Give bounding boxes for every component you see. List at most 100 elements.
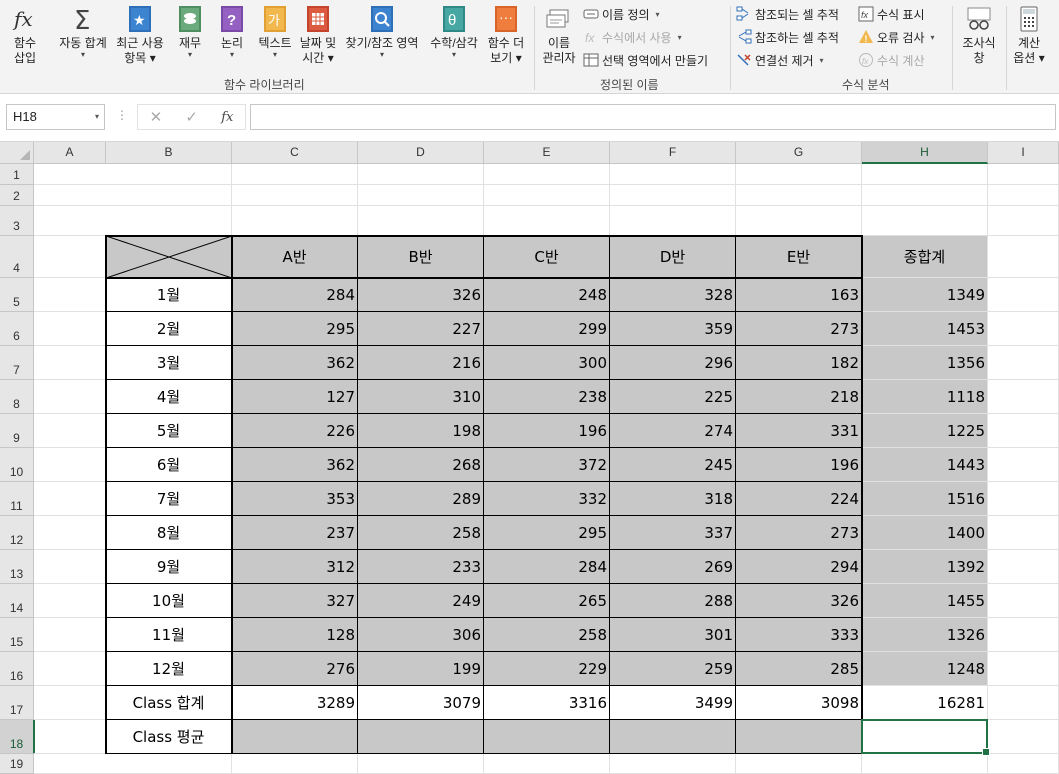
row-header-18[interactable]: 18 bbox=[0, 720, 35, 754]
data-cell[interactable]: 299 bbox=[484, 312, 609, 345]
data-cell[interactable]: 238 bbox=[484, 380, 609, 413]
data-cell[interactable]: 196 bbox=[484, 414, 609, 447]
data-cell[interactable]: 1248 bbox=[862, 652, 987, 685]
data-cell[interactable]: 268 bbox=[358, 448, 483, 481]
month-label-cell[interactable]: 8월 bbox=[106, 516, 231, 549]
total-cell[interactable]: 3316 bbox=[484, 686, 609, 719]
data-cell[interactable]: 1453 bbox=[862, 312, 987, 345]
data-cell[interactable]: 300 bbox=[484, 346, 609, 379]
data-cell[interactable]: 1400 bbox=[862, 516, 987, 549]
data-cell[interactable]: 127 bbox=[232, 380, 357, 413]
data-cell[interactable]: 276 bbox=[232, 652, 357, 685]
average-cell[interactable] bbox=[610, 720, 735, 753]
month-label-cell[interactable]: 12월 bbox=[106, 652, 231, 685]
month-label-cell[interactable]: 7월 bbox=[106, 482, 231, 515]
data-cell[interactable]: 218 bbox=[736, 380, 861, 413]
table-header-cell[interactable]: C반 bbox=[484, 236, 609, 277]
data-cell[interactable]: 326 bbox=[358, 278, 483, 311]
name-manager-button[interactable]: 이름 관리자 bbox=[538, 4, 580, 66]
data-cell[interactable]: 331 bbox=[736, 414, 861, 447]
data-cell[interactable]: 1326 bbox=[862, 618, 987, 651]
data-cell[interactable]: 306 bbox=[358, 618, 483, 651]
table-header-cell[interactable]: D반 bbox=[610, 236, 735, 277]
data-cell[interactable]: 295 bbox=[484, 516, 609, 549]
data-cell[interactable]: 258 bbox=[484, 618, 609, 651]
error-checking-button[interactable]: ! 오류 검사 ▾ bbox=[858, 27, 935, 47]
data-cell[interactable]: 273 bbox=[736, 312, 861, 345]
data-cell[interactable]: 312 bbox=[232, 550, 357, 583]
data-cell[interactable]: 237 bbox=[232, 516, 357, 549]
month-label-cell[interactable]: 3월 bbox=[106, 346, 231, 379]
row-header-4[interactable]: 4 bbox=[0, 236, 34, 278]
data-cell[interactable]: 1225 bbox=[862, 414, 987, 447]
total-cell[interactable]: 16281 bbox=[862, 686, 987, 719]
data-cell[interactable]: 1443 bbox=[862, 448, 987, 481]
use-in-formula-button[interactable]: fx 수식에서 사용 ▾ bbox=[583, 27, 682, 47]
data-cell[interactable]: 328 bbox=[610, 278, 735, 311]
average-cell[interactable] bbox=[358, 720, 483, 753]
data-cell[interactable]: 353 bbox=[232, 482, 357, 515]
month-label-cell[interactable]: 4월 bbox=[106, 380, 231, 413]
data-cell[interactable]: 163 bbox=[736, 278, 861, 311]
data-cell[interactable]: 233 bbox=[358, 550, 483, 583]
row-header-2[interactable]: 2 bbox=[0, 185, 34, 206]
data-cell[interactable]: 326 bbox=[736, 584, 861, 617]
data-cell[interactable]: 289 bbox=[358, 482, 483, 515]
data-cell[interactable]: 199 bbox=[358, 652, 483, 685]
trace-precedents-button[interactable]: 참조되는 셀 추적 bbox=[736, 4, 839, 24]
row-header-3[interactable]: 3 bbox=[0, 206, 34, 236]
data-cell[interactable]: 249 bbox=[358, 584, 483, 617]
data-cell[interactable]: 274 bbox=[610, 414, 735, 447]
row-header-9[interactable]: 9 bbox=[0, 414, 34, 448]
more-functions-button[interactable]: ··· 함수 더 보기 ▾ bbox=[484, 4, 528, 66]
column-header-a[interactable]: A bbox=[34, 142, 106, 164]
average-label-cell[interactable]: Class 평균 bbox=[106, 720, 231, 753]
data-cell[interactable]: 359 bbox=[610, 312, 735, 345]
cancel-icon[interactable]: ✕ bbox=[150, 108, 163, 126]
data-cell[interactable]: 259 bbox=[610, 652, 735, 685]
column-header-f[interactable]: F bbox=[610, 142, 736, 164]
row-header-8[interactable]: 8 bbox=[0, 380, 34, 414]
row-header-13[interactable]: 13 bbox=[0, 550, 34, 584]
data-cell[interactable]: 1516 bbox=[862, 482, 987, 515]
row-header-16[interactable]: 16 bbox=[0, 652, 34, 686]
row-header-5[interactable]: 5 bbox=[0, 278, 34, 312]
column-header-g[interactable]: G bbox=[736, 142, 862, 164]
data-cell[interactable]: 265 bbox=[484, 584, 609, 617]
formula-bar-grip-icon[interactable]: ⋮ bbox=[116, 108, 128, 122]
define-name-button[interactable]: 이름 정의 ▾ bbox=[583, 4, 660, 24]
data-cell[interactable]: 1118 bbox=[862, 380, 987, 413]
data-cell[interactable]: 269 bbox=[610, 550, 735, 583]
insert-function-fx-icon[interactable]: fx bbox=[221, 110, 233, 125]
average-cell[interactable] bbox=[736, 720, 861, 753]
data-cell[interactable]: 362 bbox=[232, 346, 357, 379]
total-cell[interactable]: 3098 bbox=[736, 686, 861, 719]
formula-input[interactable] bbox=[250, 104, 1056, 130]
month-label-cell[interactable]: 1월 bbox=[106, 278, 231, 311]
worksheet-grid[interactable]: ABCDEFGHI 1 2 3 4 5 6 7 8 9 10 11 12 13 14 15 16 17 18 19 … bbox=[0, 142, 1059, 774]
row-header-11[interactable]: 11 bbox=[0, 482, 34, 516]
data-cell[interactable]: 1356 bbox=[862, 346, 987, 379]
month-label-cell[interactable]: 6월 bbox=[106, 448, 231, 481]
data-cell[interactable]: 284 bbox=[484, 550, 609, 583]
column-header-b[interactable]: B bbox=[106, 142, 232, 164]
row-header-1[interactable]: 1 bbox=[0, 164, 34, 185]
column-header-i[interactable]: I bbox=[988, 142, 1059, 164]
data-cell[interactable]: 327 bbox=[232, 584, 357, 617]
row-header-19[interactable]: 19 bbox=[0, 754, 34, 774]
data-cell[interactable]: 1392 bbox=[862, 550, 987, 583]
total-label-cell[interactable]: Class 합계 bbox=[106, 686, 231, 719]
data-cell[interactable]: 294 bbox=[736, 550, 861, 583]
logical-button[interactable]: ? 논리 ▾ bbox=[214, 4, 250, 59]
column-header-e[interactable]: E bbox=[484, 142, 610, 164]
data-cell[interactable]: 227 bbox=[358, 312, 483, 345]
data-cell[interactable]: 295 bbox=[232, 312, 357, 345]
data-cell[interactable]: 1455 bbox=[862, 584, 987, 617]
data-cell[interactable]: 332 bbox=[484, 482, 609, 515]
data-cell[interactable]: 258 bbox=[358, 516, 483, 549]
calc-options-button[interactable]: 계산 옵션 ▾ bbox=[1008, 4, 1050, 66]
month-label-cell[interactable]: 5월 bbox=[106, 414, 231, 447]
column-header-h[interactable]: H bbox=[862, 142, 988, 164]
data-cell[interactable]: 318 bbox=[610, 482, 735, 515]
table-header-cell[interactable]: A반 bbox=[232, 236, 357, 277]
